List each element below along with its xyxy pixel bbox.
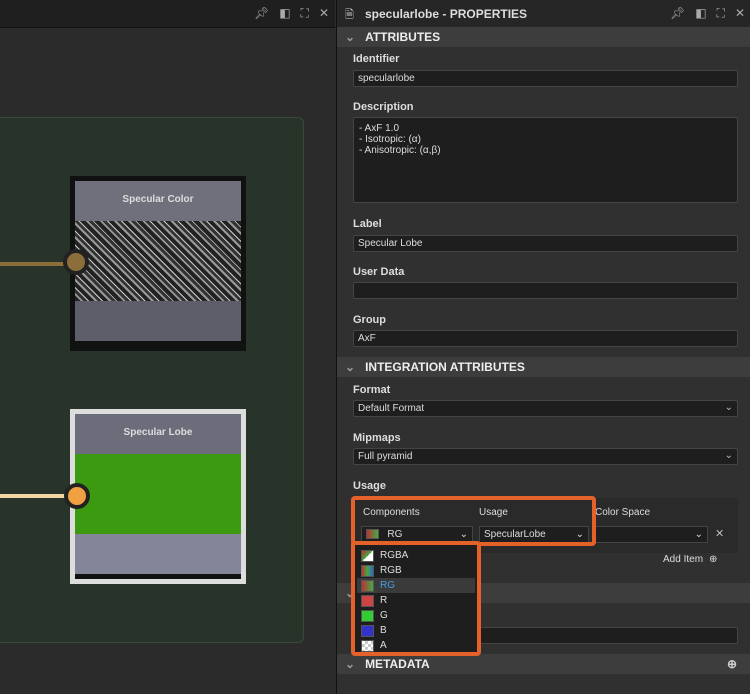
- input-port[interactable]: [63, 249, 89, 275]
- mipmaps-value: Full pyramid: [358, 451, 413, 462]
- identifier-label: Identifier: [353, 53, 400, 65]
- description-label: Description: [353, 101, 414, 113]
- input-port[interactable]: [64, 483, 90, 509]
- chevron-down-icon: ⌄: [724, 450, 733, 461]
- highlight-box: [351, 496, 596, 546]
- pin-icon[interactable]: 📌︎: [254, 6, 269, 21]
- maximize-icon[interactable]: ⛶: [301, 6, 309, 21]
- plus-circle-icon[interactable]: ⊕: [727, 657, 737, 671]
- mipmaps-label: Mipmaps: [353, 432, 401, 444]
- option-rg[interactable]: RG: [357, 578, 475, 593]
- identifier-input[interactable]: specularlobe: [353, 70, 738, 87]
- connection-wire: [0, 262, 70, 266]
- chevron-down-icon: ⌄: [345, 30, 356, 44]
- option-label: B: [380, 625, 387, 636]
- add-item-button[interactable]: Add Item ⊕: [663, 554, 717, 565]
- plus-circle-icon: ⊕: [709, 554, 718, 565]
- section-integration[interactable]: ⌄ INTEGRATION ATTRIBUTES: [337, 357, 750, 377]
- b-swatch-icon: [361, 624, 374, 637]
- graph-panel: 📌︎ ◧ ⛶ ✕ Specular Color Specular Lobe: [0, 0, 335, 694]
- float-icon[interactable]: ◧: [279, 6, 290, 21]
- section-title: INTEGRATION ATTRIBUTES: [365, 360, 525, 374]
- option-a[interactable]: A: [357, 638, 475, 653]
- option-g[interactable]: G: [357, 608, 475, 623]
- a-swatch-icon: [361, 639, 374, 652]
- rgb-swatch-icon: [361, 564, 374, 577]
- mipmaps-select[interactable]: Full pyramid ⌄: [353, 448, 738, 465]
- option-label: RGB: [380, 565, 402, 576]
- g-swatch-icon: [361, 609, 374, 622]
- option-rgba[interactable]: RGBA: [357, 548, 475, 563]
- option-label: A: [380, 640, 387, 651]
- label-input[interactable]: Specular Lobe: [353, 235, 738, 252]
- chevron-down-icon: ⌄: [724, 402, 733, 413]
- section-title: METADATA: [365, 657, 430, 671]
- properties-panel: 🗎 specularlobe - PROPERTIES 📌︎ ◧ ⛶ ✕ ⌄ AT…: [336, 0, 750, 694]
- texture-preview: [75, 454, 241, 534]
- option-label: RGBA: [380, 550, 409, 561]
- maximize-icon[interactable]: ⛶: [717, 6, 725, 21]
- option-label: RG: [380, 580, 395, 591]
- graph-titlebar: 📌︎ ◧ ⛶ ✕: [0, 0, 335, 27]
- node-specular-lobe[interactable]: Specular Lobe: [70, 409, 246, 584]
- description-line: - Anisotropic: (α,β): [359, 145, 441, 156]
- description-line: - AxF 1.0: [359, 123, 400, 134]
- document-icon: 🗎: [345, 9, 354, 21]
- node-title: Specular Color: [75, 181, 241, 221]
- usage-label: Usage: [353, 480, 387, 492]
- format-select[interactable]: Default Format ⌄: [353, 400, 738, 417]
- panel-title: specularlobe - PROPERTIES: [365, 7, 528, 21]
- description-textarea[interactable]: - AxF 1.0 - Isotropic: (α) - Anisotropic…: [353, 117, 738, 203]
- option-label: G: [380, 610, 388, 621]
- chevron-down-icon: ⌄: [345, 360, 356, 374]
- format-value: Default Format: [358, 403, 425, 414]
- group-input[interactable]: AxF: [353, 330, 738, 347]
- option-r[interactable]: R: [357, 593, 475, 608]
- float-icon[interactable]: ◧: [695, 6, 706, 21]
- option-label: R: [380, 595, 388, 606]
- user-data-label: User Data: [353, 266, 405, 278]
- label-label: Label: [353, 218, 382, 230]
- add-item-label: Add Item: [663, 554, 704, 565]
- user-data-input[interactable]: [353, 282, 738, 299]
- format-label: Format: [353, 384, 391, 396]
- properties-titlebar: 🗎 specularlobe - PROPERTIES 📌︎ ◧ ⛶ ✕: [337, 0, 750, 27]
- description-line: - Isotropic: (α): [359, 134, 421, 145]
- pin-icon[interactable]: 📌︎: [670, 6, 685, 21]
- texture-preview: [75, 221, 241, 301]
- chevron-down-icon: ⌄: [694, 529, 703, 540]
- connection-wire: [0, 494, 70, 498]
- section-title: ATTRIBUTES: [365, 30, 441, 44]
- rg-swatch-icon: [361, 579, 374, 592]
- option-b[interactable]: B: [357, 623, 475, 638]
- chevron-down-icon: ⌄: [345, 657, 356, 671]
- option-rgb[interactable]: RGB: [357, 563, 475, 578]
- column-color-space: Color Space: [595, 507, 651, 518]
- section-metadata[interactable]: ⌄ METADATA ⊕: [337, 654, 750, 674]
- close-icon[interactable]: ✕: [319, 6, 329, 21]
- components-dropdown: RGBA RGB RG R G B A: [351, 541, 481, 656]
- rgba-swatch-icon: [361, 549, 374, 562]
- group-label: Group: [353, 314, 386, 326]
- section-attributes[interactable]: ⌄ ATTRIBUTES: [337, 27, 750, 47]
- close-icon[interactable]: ✕: [735, 6, 745, 21]
- remove-icon[interactable]: ✕: [715, 527, 724, 540]
- node-title: Specular Lobe: [75, 414, 241, 454]
- r-swatch-icon: [361, 594, 374, 607]
- color-space-select[interactable]: ⌄: [595, 526, 708, 543]
- node-specular-color[interactable]: Specular Color: [70, 176, 246, 351]
